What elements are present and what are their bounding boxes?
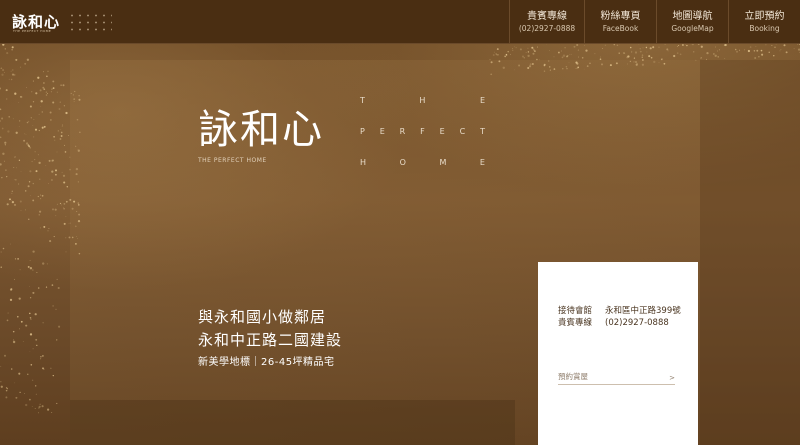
tagline-letter: T [480,127,485,136]
nav-item-phone[interactable]: 貴賓專線 (02)2927-0888 [509,0,584,44]
phone-label: 貴賓專線 [558,318,593,328]
tagline-perfect: P E R F E C T [360,127,485,136]
tagline-letter: H [419,96,426,105]
nav-item-booking[interactable]: 立即預約 Booking [728,0,800,44]
nav-item-sub: (02)2927-0888 [518,24,576,33]
booking-select[interactable]: 預約賞屋 > [558,370,675,385]
tagline-letter: E [439,127,445,136]
phone-row: 貴賓專線 (02)2927-0888 [558,316,669,328]
phone-value[interactable]: (02)2927-0888 [605,318,669,328]
nav-item-label: 粉絲專頁 [600,11,641,22]
side-panel [700,60,800,445]
dots-grid-decoration [68,12,112,34]
tagline-letter: E [479,96,485,105]
header-nav: 貴賓專線 (02)2927-0888 粉絲專頁 FaceBook 地圖導航 Go… [509,0,800,44]
hero-panel-bottom [70,400,515,445]
tagline-letter: C [459,127,466,136]
nav-item-label: 立即預約 [744,11,785,22]
chevron-right-icon: > [669,374,675,382]
tagline-letter: H [360,158,367,167]
address-label: 接待會館 [558,306,593,316]
address-row: 接待會館 永和區中正路399號 [558,304,681,316]
tagline-home: H O M E [360,158,485,167]
header-logo-sub: THE PERFECT HOME [13,29,52,33]
tagline-letter: T [360,96,365,105]
nav-item-label: 貴賓專線 [527,11,567,22]
nav-item-facebook[interactable]: 粉絲專頁 FaceBook [584,0,656,44]
hero-line-3: 新美學地標｜26-45坪精品宅 [198,357,335,368]
nav-item-label: 地圖導航 [672,11,713,22]
hero-line-1: 與永和國小做鄰居 [198,308,327,326]
nav-item-sub: FaceBook [602,24,639,33]
tagline-letter: R [399,127,406,136]
hero-line-2: 永和中正路二國建設 [198,331,343,349]
top-header: 詠和心 THE PERFECT HOME 貴賓專線 (02)2927-0888 … [0,0,800,44]
nav-item-sub: Booking [749,24,780,33]
hero-subtitle: THE PERFECT HOME [198,157,267,164]
nav-item-map[interactable]: 地圖導航 GoogleMap [656,0,728,44]
booking-select-placeholder: 預約賞屋 [558,372,588,381]
hero-title: 詠和心 [198,107,324,153]
nav-item-sub: GoogleMap [671,24,714,33]
tagline-letter: E [479,158,485,167]
tagline-the: T H E [360,96,485,105]
address-value: 永和區中正路399號 [605,306,681,316]
tagline-letter: O [399,158,406,167]
tagline-letter: M [439,158,447,167]
contact-card [538,262,698,445]
tagline-letter: E [379,127,385,136]
tagline-letter: F [420,127,425,136]
tagline-letter: P [360,127,365,136]
